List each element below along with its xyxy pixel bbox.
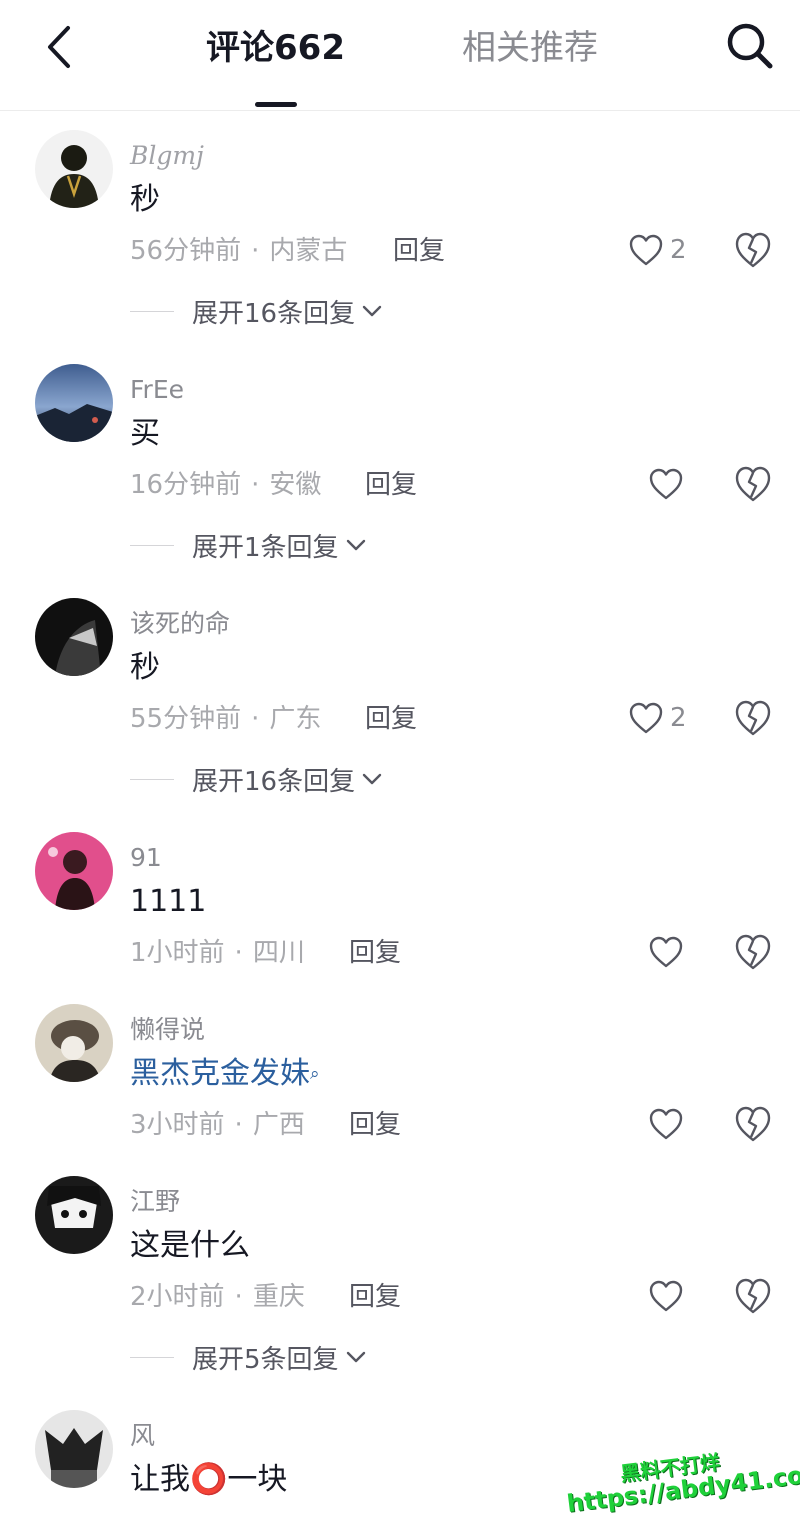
comment-search-link[interactable]: 黑杰克金发妹⌕ [130, 1054, 320, 1094]
expand-replies-button[interactable]: 展开1条回复 [130, 528, 367, 563]
top-bar: 评论662 相关推荐 [0, 0, 800, 111]
comment-meta: 55分钟前 · 广东 [130, 704, 322, 734]
reply-button[interactable]: 回复 [349, 1280, 401, 1314]
comment-location: 重庆 [252, 1282, 305, 1312]
chevron-down-icon [362, 773, 382, 785]
comment-location: 四川 [252, 938, 305, 968]
comment-time: 1小时前 [130, 938, 225, 968]
comment-meta: 16分钟前 · 安徽 [130, 470, 322, 500]
avatar[interactable] [35, 832, 113, 910]
comment-time: 2小时前 [130, 1282, 225, 1312]
dislike-button[interactable] [734, 1104, 772, 1144]
comment-username[interactable]: 风 [130, 1420, 155, 1452]
avatar[interactable] [35, 598, 113, 676]
chevron-down-icon [346, 1351, 365, 1363]
comment-text: 买 [130, 416, 160, 451]
comment-username[interactable]: 91 [130, 842, 162, 874]
reply-button[interactable]: 回复 [365, 468, 417, 502]
search-button[interactable] [722, 18, 778, 74]
heart-icon [649, 1108, 683, 1140]
search-icon: ⌕ [310, 1064, 320, 1084]
broken-heart-icon [735, 1278, 771, 1314]
heart-icon [649, 1280, 683, 1312]
reply-button[interactable]: 回复 [349, 1108, 401, 1142]
heart-icon [649, 468, 683, 500]
dislike-button[interactable] [734, 1276, 772, 1316]
expand-replies-label: 展开16条回复 [192, 298, 356, 329]
expand-replies-label: 展开16条回复 [192, 766, 356, 797]
comment-location: 安徽 [269, 470, 322, 500]
comment-text: 秒 [130, 650, 160, 685]
comment-time: 56分钟前 [130, 236, 242, 266]
tab-comments[interactable]: 评论662 [206, 26, 345, 70]
expand-replies-button[interactable]: 展开16条回复 [130, 294, 383, 329]
comment-location: 广西 [252, 1110, 305, 1140]
heart-icon [629, 234, 663, 266]
divider [130, 544, 174, 546]
expand-replies-button[interactable]: 展开16条回复 [130, 762, 383, 797]
reply-button[interactable]: 回复 [393, 234, 445, 268]
comment-username[interactable]: 江野 [130, 1186, 180, 1218]
heart-icon [629, 702, 663, 734]
back-button[interactable] [38, 22, 82, 72]
comment-location: 广东 [269, 704, 322, 734]
divider [130, 310, 174, 312]
reply-button[interactable]: 回复 [349, 936, 401, 970]
comment-username[interactable]: FrEe [130, 374, 184, 406]
avatar[interactable] [35, 364, 113, 442]
broken-heart-icon [735, 700, 771, 736]
avatar[interactable] [35, 1176, 113, 1254]
comment-time: 16分钟前 [130, 470, 242, 500]
active-tab-indicator [255, 102, 297, 107]
comment-text: 这是什么 [130, 1228, 250, 1263]
broken-heart-icon [735, 934, 771, 970]
comment-meta: 2小时前 · 重庆 [130, 1282, 305, 1312]
search-icon [727, 23, 773, 69]
expand-replies-button[interactable]: 展开5条回复 [130, 1340, 367, 1375]
tab-related-recommendations[interactable]: 相关推荐 [462, 26, 598, 70]
comment-username[interactable]: 该死的命 [130, 608, 230, 640]
like-button[interactable] [648, 932, 684, 972]
comment-username[interactable]: 懒得说 [130, 1014, 205, 1046]
comment-time: 55分钟前 [130, 704, 242, 734]
comment-meta: 3小时前 · 广西 [130, 1110, 305, 1140]
comment-text: 让我⭕一块 [130, 1462, 288, 1497]
chevron-down-icon [362, 305, 382, 317]
like-button[interactable] [648, 464, 684, 504]
dislike-button[interactable] [734, 464, 772, 504]
like-button[interactable] [648, 1104, 684, 1144]
avatar[interactable] [35, 1004, 113, 1082]
like-count: 2 [670, 703, 687, 733]
dislike-button[interactable] [734, 230, 772, 270]
dislike-button[interactable] [734, 932, 772, 972]
divider [130, 778, 174, 780]
divider [130, 1356, 174, 1358]
chevron-left-icon [48, 26, 70, 68]
comment-text: 黑杰克金发妹 [130, 1056, 310, 1091]
reply-button[interactable]: 回复 [365, 702, 417, 736]
avatar[interactable] [35, 1410, 113, 1488]
like-button[interactable] [648, 1276, 684, 1316]
comment-text: 1111 [130, 884, 207, 919]
chevron-down-icon [346, 539, 365, 551]
expand-replies-label: 展开1条回复 [192, 532, 339, 563]
avatar[interactable] [35, 130, 113, 208]
broken-heart-icon [735, 1106, 771, 1142]
expand-replies-label: 展开5条回复 [192, 1344, 339, 1375]
like-button[interactable]: 2 [628, 698, 687, 738]
broken-heart-icon [735, 232, 771, 268]
dislike-button[interactable] [734, 698, 772, 738]
comment-meta: 56分钟前 · 内蒙古 [130, 236, 348, 266]
heart-icon [649, 936, 683, 968]
like-count: 2 [670, 235, 687, 265]
comment-username[interactable]: Blgmj [130, 140, 204, 172]
broken-heart-icon [735, 466, 771, 502]
like-button[interactable]: 2 [628, 230, 687, 270]
comment-meta: 1小时前 · 四川 [130, 938, 305, 968]
comment-time: 3小时前 [130, 1110, 225, 1140]
comment-text: 秒 [130, 182, 160, 217]
comment-location: 内蒙古 [269, 236, 348, 266]
